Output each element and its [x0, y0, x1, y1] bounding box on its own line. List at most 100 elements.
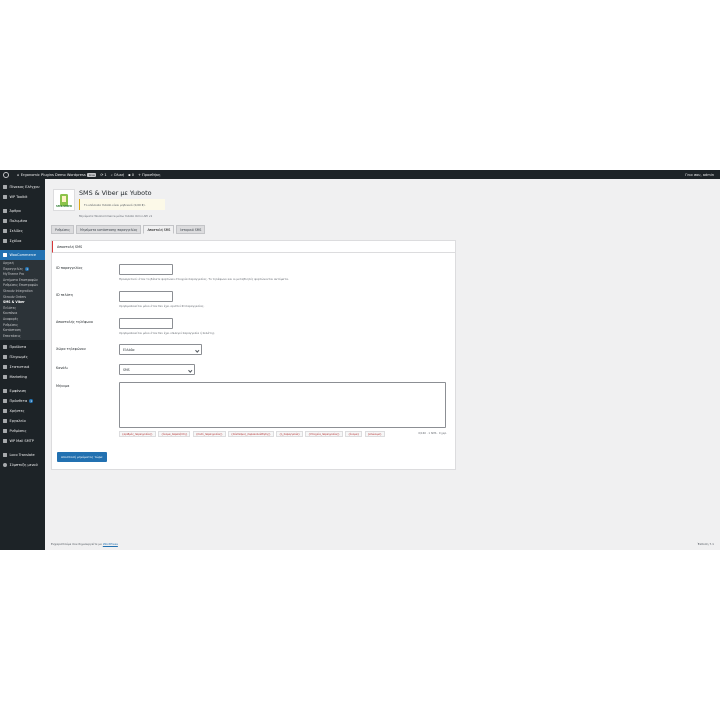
footer-version: Έκδοση 7.1 [697, 542, 714, 546]
appearance-icon [3, 389, 7, 394]
send-sms-panel: Αποστολή SMS ID παραγγελίας Προαιρετικό:… [51, 240, 456, 470]
sidebar-item-plugins[interactable]: Πρόσθετα 1 [0, 396, 45, 406]
sidebar-item-tools[interactable]: Εργαλεία [0, 416, 45, 426]
site-badge: Live [87, 172, 97, 177]
main-content: SMS-VIBER SMS & Viber με Yuboto Το υπόλο… [45, 179, 720, 550]
pages-icon [3, 229, 7, 233]
marketing-icon [3, 375, 7, 380]
search-icon: ⌕ [110, 172, 113, 177]
tools-icon [3, 419, 7, 424]
message-label: Μήνυμα [56, 384, 70, 388]
order-id-help: Προαιρετικό: όταν το βάλετε φορτώνει στο… [119, 277, 289, 281]
client-id-label: ID πελάτη [56, 293, 73, 297]
home-icon: ⌂ [17, 172, 20, 177]
wp-admin-screen: ⌂ Ergonomic Plugins Demo Wordpress Live … [0, 170, 720, 550]
plugins-count-badge: 1 [29, 399, 34, 404]
sidebar-item-loco-translate[interactable]: Loco Translate [0, 450, 45, 460]
pin-icon [3, 209, 7, 213]
sidebar-item-marketing[interactable]: Marketing [0, 372, 45, 382]
phone-label: Αποστολής τηλέφωνο [56, 320, 93, 324]
user-greeting[interactable]: Γεια σου, admin [685, 173, 714, 177]
updates-icon: ⟳ [100, 172, 104, 177]
updates-link[interactable]: ⟳ 1 [100, 173, 106, 177]
sidebar-item-dashboard[interactable]: Πίνακας Ελέγχου [0, 182, 45, 192]
variable-chip[interactable]: {επώνυμο} [364, 431, 385, 438]
country-select[interactable]: Ελλάδα [119, 344, 202, 355]
collapse-icon [3, 463, 7, 468]
sidebar-item-posts[interactable]: Άρθρα [0, 206, 45, 216]
wordpress-logo-icon[interactable] [3, 171, 13, 178]
client-id-help: Χρησιμοποιείται μόνο όταν δεν έχει οριστ… [119, 304, 205, 308]
comments-icon [3, 239, 7, 243]
phone-input[interactable] [119, 318, 173, 329]
tab-order-status-messages[interactable]: Μηνύματα κατάστασης παραγγελίας [76, 225, 142, 234]
mail-icon [3, 439, 7, 444]
variable-chip[interactable]: {στοιχεία_παραγγελίας} [305, 431, 343, 438]
sidebar-item-media[interactable]: Πολυμέσα [0, 216, 45, 226]
woocommerce-icon [3, 253, 7, 257]
sidebar-item-wp-toolkit[interactable]: WP Toolkit [0, 192, 45, 202]
chevron-down-icon [194, 347, 199, 352]
toolkit-icon [3, 195, 7, 199]
orders-count-badge: 1 [25, 266, 30, 271]
balance-notice: Το υπόλοιπο Yuboto είναι μηδενικό (0,00 … [79, 199, 165, 210]
tab-sms-history[interactable]: Ιστορικό SMS [176, 225, 206, 234]
footer-credit: Ευχαριστούμε που δημιουργείτε με WordPre… [51, 542, 118, 546]
phone-help: Χρησιμοποιείται μόνο όταν δεν έχει επιλε… [119, 331, 216, 335]
sidebar-item-wp-mail-smtp[interactable]: WP Mail SMTP [0, 436, 45, 446]
comment-icon: ▪ [128, 172, 131, 177]
chevron-down-icon [187, 367, 192, 372]
variable-chip[interactable]: {όνομα} [345, 431, 363, 438]
dashboard-icon [3, 185, 7, 189]
variable-chip[interactable]: {όνομα_παραλήπτη} [158, 431, 191, 438]
translate-icon [3, 453, 7, 458]
settings-tabs: Ρυθμίσεις Μηνύματα κατάστασης παραγγελία… [51, 225, 207, 234]
order-id-input[interactable] [119, 264, 173, 275]
sidebar-item-products[interactable]: Προϊόντα [0, 342, 45, 352]
tab-settings[interactable]: Ρυθμίσεις [51, 225, 75, 234]
character-counter: 0/160 · 1 SMS · 0 χαρ. [418, 431, 447, 435]
variable-chip[interactable]: {σύνδεσμος_παρακολούθησης} [228, 431, 274, 438]
settings-icon [3, 429, 7, 434]
message-textarea[interactable] [119, 382, 446, 428]
plus-icon: + [138, 172, 142, 177]
sidebar-item-pages[interactable]: Σελίδες [0, 226, 45, 236]
page-subtitle: Μηνύματα WooCommerce μέσω Yuboto Omni AP… [79, 214, 153, 218]
sidebar-item-appearance[interactable]: Εμφάνιση [0, 386, 45, 396]
sidebar-item-users[interactable]: Χρήστες [0, 406, 45, 416]
search-link[interactable]: ⌕ Ολική [111, 173, 125, 177]
order-id-label: ID παραγγελίας [56, 266, 83, 270]
new-content-link[interactable]: + Προσθήκη [138, 173, 160, 177]
admin-bar: ⌂ Ergonomic Plugins Demo Wordpress Live … [0, 170, 720, 179]
sidebar-item-analytics[interactable]: Στατιστικά [0, 362, 45, 372]
woocommerce-submenu: Αρχική Παραγγελίες 1 MyTheme Pro Αιτήματα… [0, 260, 45, 341]
panel-title: Αποστολή SMS [52, 241, 455, 253]
plugins-icon [3, 399, 7, 404]
products-icon [3, 345, 7, 350]
send-now-button[interactable]: Αποστολή μηνύματος τώρα [57, 452, 107, 462]
submenu-item-extensions[interactable]: Επεκτάσεις [0, 334, 45, 340]
plugin-logo: SMS-VIBER [53, 189, 75, 211]
comments-link[interactable]: ▪ 0 [128, 173, 134, 177]
sidebar-item-woocommerce[interactable]: WooCommerce [0, 250, 45, 260]
country-label: Χώρα τηλεφώνου [56, 347, 86, 351]
analytics-icon [3, 365, 7, 370]
wordpress-link[interactable]: WordPress [103, 542, 118, 546]
channel-label: Κανάλι [56, 366, 68, 370]
site-name-link[interactable]: ⌂ Ergonomic Plugins Demo Wordpress Live [17, 172, 97, 177]
sidebar-item-settings[interactable]: Ρυθμίσεις [0, 426, 45, 436]
users-icon [3, 409, 7, 414]
media-icon [3, 219, 7, 223]
variable-chips: {αριθμός_παραγγελίας} {όνομα_παραλήπτη} … [119, 431, 387, 438]
sidebar-item-comments[interactable]: Σχόλια [0, 236, 45, 246]
client-id-input[interactable] [119, 291, 173, 302]
admin-sidebar: Πίνακας Ελέγχου WP Toolkit Άρθρα Πολυμέσ… [0, 179, 45, 550]
sidebar-item-collapse-menu[interactable]: Σύμπτυξη μενού [0, 460, 45, 470]
payments-icon [3, 355, 7, 360]
sidebar-item-payments[interactable]: Πληρωμές [0, 352, 45, 362]
variable-chip[interactable]: {αριθμός_παραγγελίας} [119, 431, 156, 438]
channel-select[interactable]: SMS [119, 364, 195, 375]
tab-send-sms[interactable]: Αποστολή SMS [143, 225, 175, 234]
variable-chip[interactable]: {ποσό_παραγγελίας} [192, 431, 226, 438]
variable-chip[interactable]: {η_παραγγελία} [276, 431, 303, 438]
